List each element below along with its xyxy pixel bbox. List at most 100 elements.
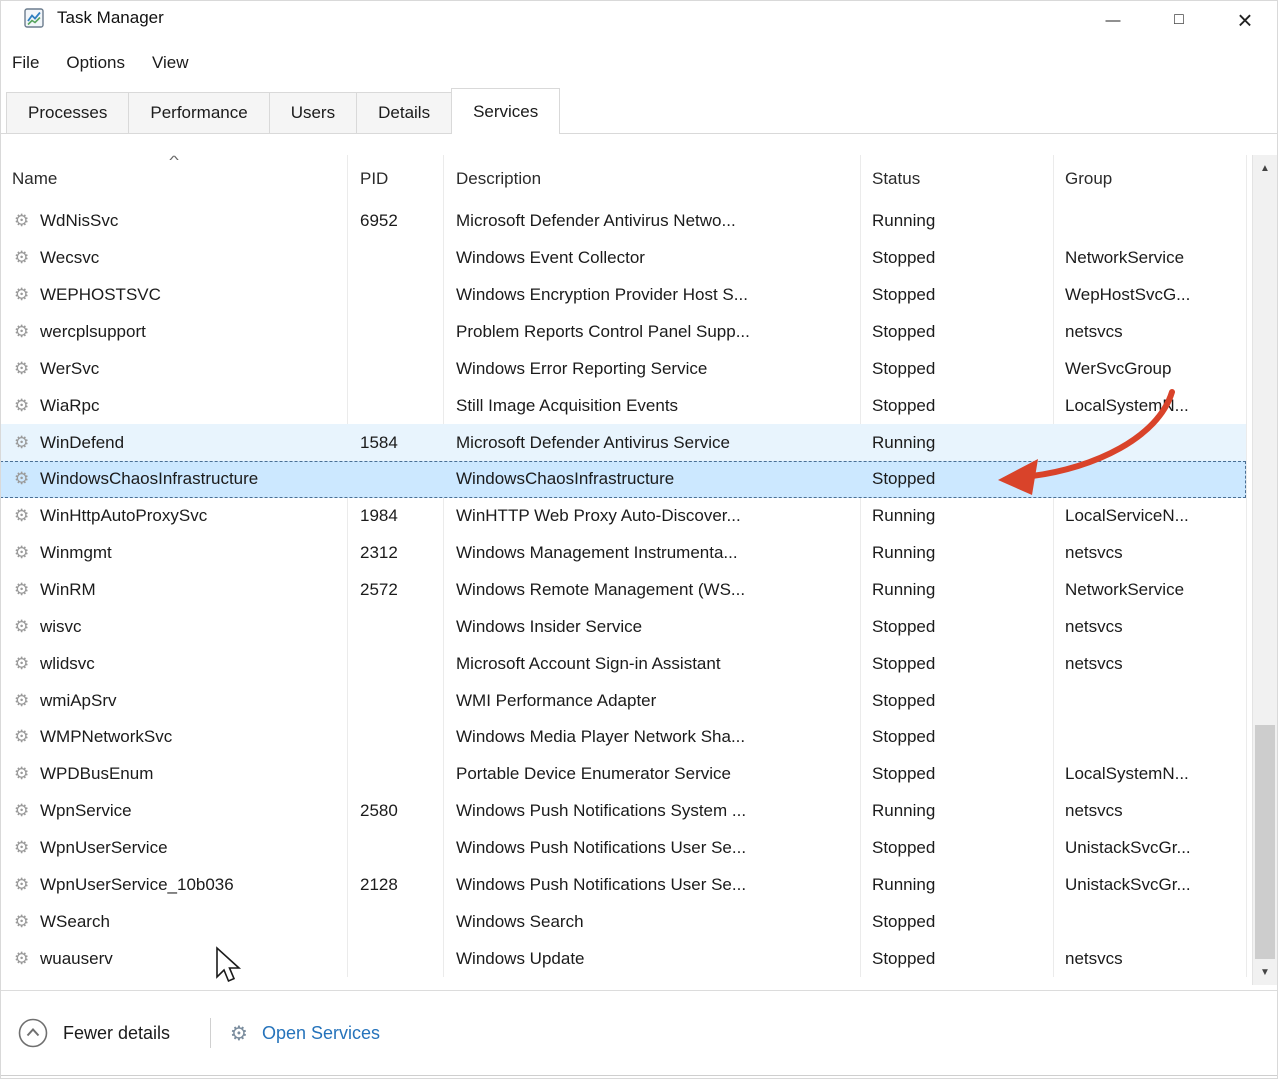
service-row[interactable]: ⚙Winmgmt2312Windows Management Instrumen… bbox=[0, 535, 1246, 572]
table-header: Name^PIDDescriptionStatusGroup bbox=[0, 155, 1246, 203]
service-name-cell: ⚙wmiApSrv bbox=[0, 682, 347, 719]
column-header-group[interactable]: Group bbox=[1053, 155, 1246, 203]
service-description-cell: Microsoft Defender Antivirus Netwo... bbox=[443, 203, 860, 240]
service-description: Windows Management Instrumenta... bbox=[456, 543, 738, 563]
fewer-details-button[interactable]: Fewer details bbox=[18, 1016, 170, 1050]
service-status-cell: Stopped bbox=[860, 940, 1053, 977]
service-row[interactable]: ⚙WdNisSvc6952Microsoft Defender Antiviru… bbox=[0, 203, 1246, 240]
service-description-cell: Windows Push Notifications User Se... bbox=[443, 830, 860, 867]
vertical-scrollbar[interactable]: ▲ ▼ bbox=[1252, 155, 1277, 985]
column-header-status[interactable]: Status bbox=[860, 155, 1053, 203]
column-header-name[interactable]: Name^ bbox=[0, 155, 347, 203]
window-title: Task Manager bbox=[57, 8, 164, 28]
service-status-cell: Stopped bbox=[860, 608, 1053, 645]
service-name-cell: ⚙WEPHOSTSVC bbox=[0, 277, 347, 314]
service-status-cell: Stopped bbox=[860, 350, 1053, 387]
service-description: WindowsChaosInfrastructure bbox=[456, 469, 674, 489]
service-row[interactable]: ⚙wercplsupportProblem Reports Control Pa… bbox=[0, 314, 1246, 351]
service-description: WMI Performance Adapter bbox=[456, 691, 656, 711]
scroll-up-icon: ▲ bbox=[1260, 163, 1270, 174]
task-manager-app-icon bbox=[24, 8, 44, 28]
open-services-link[interactable]: ⚙ Open Services bbox=[230, 1016, 380, 1050]
maximize-button[interactable]: □ bbox=[1146, 0, 1212, 40]
service-group-cell: WerSvcGroup bbox=[1053, 350, 1246, 387]
tab-performance[interactable]: Performance bbox=[128, 92, 269, 134]
service-row[interactable]: ⚙WindowsChaosInfrastructureWindowsChaosI… bbox=[0, 461, 1246, 498]
service-row[interactable]: ⚙WEPHOSTSVC Windows Encryption Provider H… bbox=[0, 277, 1246, 314]
service-group-cell: NetworkService bbox=[1053, 240, 1246, 277]
service-description-cell: WinHTTP Web Proxy Auto-Discover... bbox=[443, 498, 860, 535]
service-status: Running bbox=[872, 211, 935, 231]
service-name: WMPNetworkSvc bbox=[40, 727, 172, 747]
service-group: LocalServiceN... bbox=[1065, 506, 1189, 526]
service-gear-icon: ⚙ bbox=[14, 875, 40, 895]
service-row[interactable]: ⚙WPDBusEnum Portable Device Enumerator Se… bbox=[0, 756, 1246, 793]
service-gear-icon: ⚙ bbox=[14, 359, 40, 379]
service-row[interactable]: ⚙wmiApSrvWMI Performance AdapterStopped bbox=[0, 682, 1246, 719]
service-description-cell: Windows Encryption Provider Host S... bbox=[443, 277, 860, 314]
service-pid-cell bbox=[347, 682, 443, 719]
tab-services[interactable]: Services bbox=[451, 88, 560, 134]
service-pid-cell: 2312 bbox=[347, 535, 443, 572]
service-pid-cell: 1584 bbox=[347, 424, 443, 461]
service-description: Portable Device Enumerator Service bbox=[456, 764, 731, 784]
scrollbar-down-button[interactable]: ▼ bbox=[1253, 959, 1277, 985]
service-status-cell: Stopped bbox=[860, 756, 1053, 793]
service-status: Running bbox=[872, 580, 935, 600]
minimize-button[interactable]: — bbox=[1080, 0, 1146, 40]
tab-users[interactable]: Users bbox=[269, 92, 357, 134]
service-row[interactable]: ⚙WerSvc Windows Error Reporting Service St… bbox=[0, 350, 1246, 387]
service-status-cell: Running bbox=[860, 203, 1053, 240]
service-row[interactable]: ⚙WSearchWindows SearchStopped bbox=[0, 903, 1246, 940]
service-name-cell: ⚙WerSvc bbox=[0, 350, 347, 387]
service-row[interactable]: ⚙WecsvcWindows Event CollectorStoppedNet… bbox=[0, 240, 1246, 277]
service-gear-icon: ⚙ bbox=[14, 543, 40, 563]
menu-item-file[interactable]: File bbox=[12, 53, 39, 73]
service-status: Stopped bbox=[872, 248, 935, 268]
service-group-cell: netsvcs bbox=[1053, 645, 1246, 682]
service-description: WinHTTP Web Proxy Auto-Discover... bbox=[456, 506, 741, 526]
service-row[interactable]: ⚙WiaRpcStill Image Acquisition EventsSto… bbox=[0, 387, 1246, 424]
service-group-cell: UnistackSvcGr... bbox=[1053, 830, 1246, 867]
services-gear-icon: ⚙ bbox=[230, 1021, 248, 1046]
service-status: Stopped bbox=[872, 285, 935, 305]
menu-bar: File Options View bbox=[12, 44, 216, 82]
service-row[interactable]: ⚙wuauservWindows UpdateStoppednetsvcs bbox=[0, 940, 1246, 977]
service-description-cell: Windows Search bbox=[443, 903, 860, 940]
scrollbar-up-button[interactable]: ▲ bbox=[1253, 155, 1277, 181]
service-status-cell: Stopped bbox=[860, 461, 1053, 498]
service-pid-cell bbox=[347, 719, 443, 756]
service-group: WepHostSvcG... bbox=[1065, 285, 1190, 305]
menu-item-view[interactable]: View bbox=[152, 53, 189, 73]
service-description-cell: Portable Device Enumerator Service bbox=[443, 756, 860, 793]
scrollbar-thumb[interactable] bbox=[1255, 725, 1275, 959]
service-group: UnistackSvcGr... bbox=[1065, 838, 1191, 858]
service-group: netsvcs bbox=[1065, 801, 1123, 821]
service-name-cell: ⚙WMPNetworkSvc bbox=[0, 719, 347, 756]
column-label: Name bbox=[12, 169, 57, 189]
tab-processes[interactable]: Processes bbox=[6, 92, 129, 134]
service-name: wisvc bbox=[40, 617, 82, 637]
column-header-description[interactable]: Description bbox=[443, 155, 860, 203]
service-row[interactable]: ⚙wisvcWindows Insider ServiceStoppednets… bbox=[0, 608, 1246, 645]
service-row[interactable]: ⚙WpnService2580Windows Push Notification… bbox=[0, 793, 1246, 830]
tab-details[interactable]: Details bbox=[356, 92, 452, 134]
column-header-pid[interactable]: PID bbox=[347, 155, 443, 203]
service-row[interactable]: ⚙WpnUserService_10b0362128Windows Push N… bbox=[0, 866, 1246, 903]
service-row[interactable]: ⚙WinHttpAutoProxySvc1984WinHTTP Web Prox… bbox=[0, 498, 1246, 535]
service-name-cell: ⚙WpnUserService bbox=[0, 830, 347, 867]
service-group-cell bbox=[1053, 461, 1246, 498]
service-name-cell: ⚙WPDBusEnum bbox=[0, 756, 347, 793]
service-row[interactable]: ⚙WinDefend1584Microsoft Defender Antivir… bbox=[0, 424, 1246, 461]
close-button[interactable]: × bbox=[1212, 0, 1278, 40]
service-name: wmiApSrv bbox=[40, 691, 117, 711]
service-gear-icon: ⚙ bbox=[14, 801, 40, 821]
title-bar: Task Manager — □ × bbox=[0, 0, 1278, 40]
service-row[interactable]: ⚙wlidsvcMicrosoft Account Sign-in Assist… bbox=[0, 645, 1246, 682]
menu-item-options[interactable]: Options bbox=[66, 53, 125, 73]
service-description: Windows Push Notifications System ... bbox=[456, 801, 746, 821]
service-row[interactable]: ⚙WMPNetworkSvcWindows Media Player Netwo… bbox=[0, 719, 1246, 756]
service-row[interactable]: ⚙WpnUserService Windows Push Notification… bbox=[0, 830, 1246, 867]
service-row[interactable]: ⚙WinRM2572Windows Remote Management (WS.… bbox=[0, 572, 1246, 609]
service-description: Windows Error Reporting Service bbox=[456, 359, 707, 379]
